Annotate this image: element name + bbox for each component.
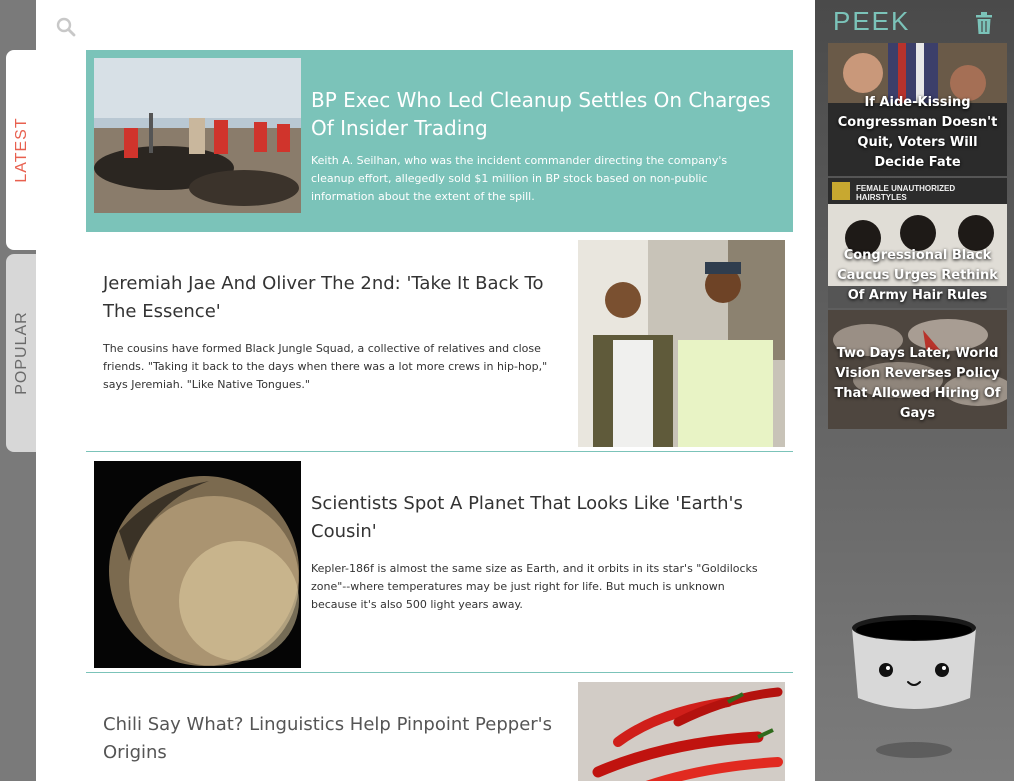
- trash-icon[interactable]: [975, 12, 993, 34]
- article-summary: Keith A. Seilhan, who was the incident c…: [311, 154, 728, 203]
- article-summary: Kepler-186f is almost the same size as E…: [311, 562, 758, 611]
- peek-caption: Congressional Black Caucus Urges Rethink…: [837, 248, 998, 303]
- article-headline[interactable]: Chili Say What? Linguistics Help Pinpoin…: [103, 711, 563, 767]
- peek-caption: Two Days Later, World Vision Reverses Po…: [834, 346, 1001, 421]
- peek-item[interactable]: If Aide-Kissing Congressman Doesn't Quit…: [828, 43, 1007, 176]
- peek-item[interactable]: Two Days Later, World Vision Reverses Po…: [828, 310, 1007, 429]
- article-text: Scientists Spot A Planet That Looks Like…: [311, 490, 771, 614]
- tab-latest[interactable]: LATEST: [6, 50, 38, 250]
- article-thumbnail-chili: [578, 682, 785, 781]
- article-thumbnail-musicians: [578, 240, 785, 447]
- featured-article-text: BP Exec Who Led Cleanup Settles On Charg…: [311, 86, 771, 206]
- article-card[interactable]: Scientists Spot A Planet That Looks Like…: [86, 453, 793, 673]
- peek-image-text: FEMALE UNAUTHORIZED HAIRSTYLES: [856, 184, 956, 202]
- peek-title: PEEK: [833, 6, 911, 36]
- article-headline[interactable]: BP Exec Who Led Cleanup Settles On Charg…: [311, 86, 771, 142]
- search-icon[interactable]: [56, 17, 76, 37]
- tab-popular-label: POPULAR: [13, 311, 30, 395]
- article-summary: The cousins have formed Black Jungle Squ…: [103, 342, 548, 391]
- featured-article-card[interactable]: BP Exec Who Led Cleanup Settles On Charg…: [86, 50, 793, 232]
- peek-item[interactable]: FEMALE UNAUTHORIZED HAIRSTYLES Congressi…: [828, 178, 1007, 308]
- tab-rail: LATEST POPULAR: [0, 0, 38, 781]
- article-headline[interactable]: Jeremiah Jae And Oliver The 2nd: 'Take I…: [103, 270, 563, 326]
- tab-latest-label: LATEST: [13, 117, 30, 183]
- article-card[interactable]: Chili Say What? Linguistics Help Pinpoin…: [86, 674, 793, 781]
- article-headline[interactable]: Scientists Spot A Planet That Looks Like…: [311, 490, 771, 546]
- article-thumbnail-cleanup: [94, 58, 301, 213]
- article-text: Jeremiah Jae And Oliver The 2nd: 'Take I…: [103, 270, 563, 394]
- peek-pot-mascot[interactable]: [848, 612, 980, 772]
- tab-popular[interactable]: POPULAR: [6, 254, 38, 452]
- peek-panel: PEEK If Aide-Kissing Congressman Doesn't…: [815, 0, 1014, 781]
- peek-caption: If Aide-Kissing Congressman Doesn't Quit…: [837, 95, 998, 170]
- article-text: Chili Say What? Linguistics Help Pinpoin…: [103, 711, 563, 767]
- article-thumbnail-planet: [94, 461, 301, 668]
- article-card[interactable]: Jeremiah Jae And Oliver The 2nd: 'Take I…: [86, 232, 793, 452]
- article-feed: BP Exec Who Led Cleanup Settles On Charg…: [36, 0, 815, 781]
